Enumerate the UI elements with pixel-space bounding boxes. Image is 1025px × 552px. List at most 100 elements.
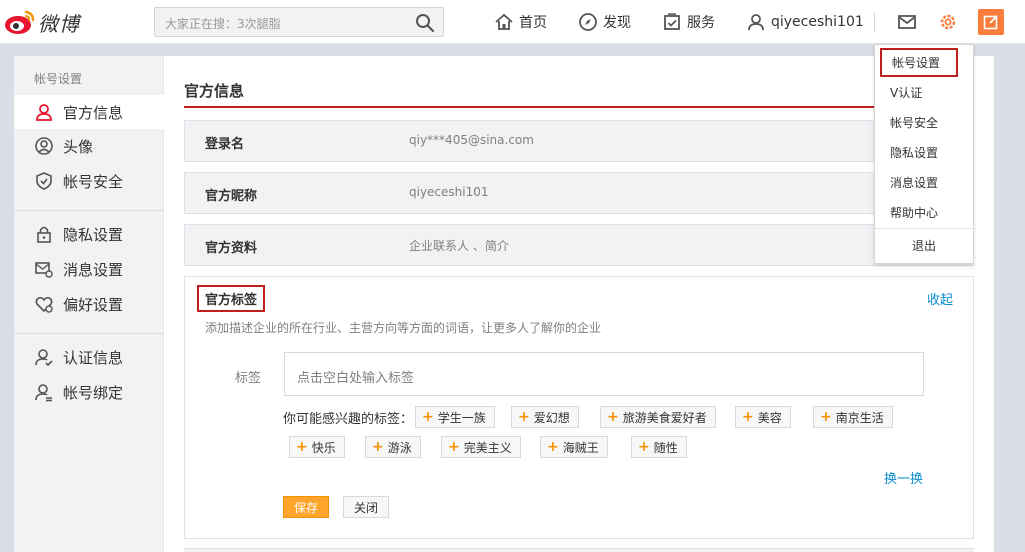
- top-header: 微博 大家正在搜：3次腿脂 首页 发现 服务 qiyeceshi101: [0, 0, 1025, 44]
- nav-user[interactable]: qiyeceshi101: [746, 10, 864, 34]
- tag-text: 南京生活: [835, 410, 884, 425]
- plus-icon: +: [547, 439, 559, 455]
- plus-icon: +: [607, 409, 619, 425]
- save-button[interactable]: 保存: [283, 496, 329, 518]
- compose-button[interactable]: [978, 9, 1004, 35]
- header-divider: [874, 12, 875, 32]
- nav-user-label: qiyeceshi101: [771, 14, 864, 30]
- plus-icon: +: [422, 409, 434, 425]
- title-underline: [184, 106, 974, 108]
- refresh-tags-link[interactable]: 换一换: [884, 468, 923, 487]
- tag-input-label: 标签: [235, 371, 262, 386]
- home-icon: [495, 13, 513, 30]
- tag-text: 游泳: [387, 440, 412, 455]
- menu-item-v-verify[interactable]: V认证: [875, 77, 973, 107]
- suggested-tag[interactable]: + 快乐: [289, 436, 345, 458]
- plus-icon: +: [638, 439, 650, 455]
- shield-icon: [36, 172, 52, 190]
- settings-dropdown-menu: 帐号设置 V认证 帐号安全 隐私设置 消息设置 帮助中心 退出: [874, 44, 974, 264]
- tag-text: 旅游美食爱好者: [622, 410, 707, 425]
- mail-icon: [898, 15, 916, 29]
- suggested-tag[interactable]: + 海贼王: [540, 436, 608, 458]
- tags-panel: 官方标签 收起 添加描述企业的所在行业、主营方向等方面的词语，让更多人了解你的企…: [184, 276, 974, 539]
- sidebar-item-account-security[interactable]: 帐号安全: [14, 164, 164, 198]
- user-icon: [748, 14, 764, 31]
- info-row-login[interactable]: 登录名 qiy***405@sina.com: [184, 120, 974, 162]
- info-row-nickname[interactable]: 官方昵称 qiyeceshi101: [184, 172, 974, 214]
- search-box[interactable]: 大家正在搜：3次腿脂: [154, 7, 444, 37]
- suggested-tag[interactable]: + 完美主义: [441, 436, 521, 458]
- sidebar-item-label: 官方信息: [63, 103, 124, 122]
- main-content: 官方信息 登录名 qiy***405@sina.com 官方昵称 qiyeces…: [164, 56, 994, 552]
- collapse-link[interactable]: 收起: [927, 289, 953, 308]
- suggested-tag[interactable]: + 南京生活: [813, 406, 893, 428]
- sidebar-item-verification[interactable]: 认证信息: [14, 340, 164, 374]
- tag-input-placeholder: 点击空白处输入标签: [297, 371, 415, 386]
- menu-divider: [875, 228, 973, 229]
- sidebar-item-label: 认证信息: [63, 348, 124, 367]
- user-icon: [36, 104, 52, 121]
- next-section-edge: [184, 548, 974, 552]
- menu-item-logout[interactable]: 退出: [875, 230, 973, 260]
- suggested-tag[interactable]: + 旅游美食爱好者: [600, 406, 716, 428]
- close-button[interactable]: 关闭: [343, 496, 389, 518]
- sidebar-item-official-info[interactable]: 官方信息: [14, 95, 164, 129]
- tag-text: 随性: [653, 440, 678, 455]
- plus-icon: +: [296, 439, 308, 455]
- nav-discover-label: 发现: [603, 15, 631, 31]
- compose-icon: [983, 15, 998, 30]
- suggested-tag[interactable]: + 爱幻想: [511, 406, 579, 428]
- menu-item-message-settings[interactable]: 消息设置: [875, 167, 973, 197]
- info-row-label: 登录名: [205, 137, 245, 152]
- plus-icon: +: [518, 409, 530, 425]
- info-row-label: 官方资料: [205, 241, 258, 256]
- sidebar-item-message-settings[interactable]: 消息设置: [14, 252, 164, 286]
- logo-text: 微博: [38, 11, 80, 36]
- verify-user-icon: [35, 349, 53, 367]
- mail-button[interactable]: [895, 10, 919, 34]
- plus-icon: +: [448, 439, 460, 455]
- settings-button[interactable]: [936, 10, 960, 34]
- tag-text: 爱幻想: [533, 410, 570, 425]
- sidebar-item-label: 隐私设置: [63, 225, 124, 244]
- sidebar-item-preferences[interactable]: 偏好设置: [14, 287, 164, 321]
- tags-title: 官方标签: [197, 285, 266, 312]
- sidebar-item-privacy[interactable]: 隐私设置: [14, 217, 164, 251]
- plus-icon: +: [372, 439, 384, 455]
- suggested-tag[interactable]: + 美容: [735, 406, 791, 428]
- tag-text: 完美主义: [463, 440, 512, 455]
- sidebar-title: 帐号设置: [34, 72, 83, 86]
- suggested-tag[interactable]: + 随性: [631, 436, 687, 458]
- tag-text: 快乐: [311, 440, 336, 455]
- nav-service[interactable]: 服务: [662, 10, 715, 34]
- tag-input[interactable]: 点击空白处输入标签: [284, 352, 924, 396]
- sidebar-item-account-binding[interactable]: 帐号绑定: [14, 375, 164, 409]
- sidebar-item-label: 帐号绑定: [63, 383, 124, 402]
- settings-sidebar: 帐号设置 官方信息 头像 帐号安全 隐私设置 消息设置 偏好设置 认证信息 帐号…: [14, 56, 164, 552]
- info-row-value: qiyeceshi101: [409, 185, 489, 199]
- menu-item-privacy[interactable]: 隐私设置: [875, 137, 973, 167]
- sidebar-item-label: 消息设置: [63, 260, 124, 279]
- info-row-profile[interactable]: 官方资料 企业联系人 、简介: [184, 224, 974, 266]
- compass-icon: [579, 13, 597, 31]
- search-icon[interactable]: [415, 13, 435, 33]
- plus-icon: +: [820, 409, 832, 425]
- service-icon: [664, 13, 680, 30]
- menu-item-account-security[interactable]: 帐号安全: [875, 107, 973, 137]
- suggested-tag[interactable]: + 学生一族: [415, 406, 495, 428]
- info-row-label: 官方昵称: [205, 189, 258, 204]
- sidebar-divider: [14, 210, 164, 211]
- sidebar-item-label: 头像: [63, 137, 94, 156]
- nav-discover[interactable]: 发现: [578, 10, 631, 34]
- nav-home[interactable]: 首页: [494, 10, 547, 34]
- sidebar-item-avatar[interactable]: 头像: [14, 129, 164, 163]
- menu-item-help-center[interactable]: 帮助中心: [875, 197, 973, 227]
- nav-home-label: 首页: [519, 15, 547, 31]
- suggested-tag[interactable]: + 游泳: [365, 436, 421, 458]
- search-placeholder: 大家正在搜：3次腿脂: [165, 17, 281, 31]
- menu-item-account-settings[interactable]: 帐号设置: [880, 48, 958, 77]
- plus-icon: +: [742, 409, 754, 425]
- weibo-logo[interactable]: 微博: [4, 6, 94, 38]
- lock-icon: [37, 226, 51, 243]
- heart-settings-icon: [35, 296, 53, 313]
